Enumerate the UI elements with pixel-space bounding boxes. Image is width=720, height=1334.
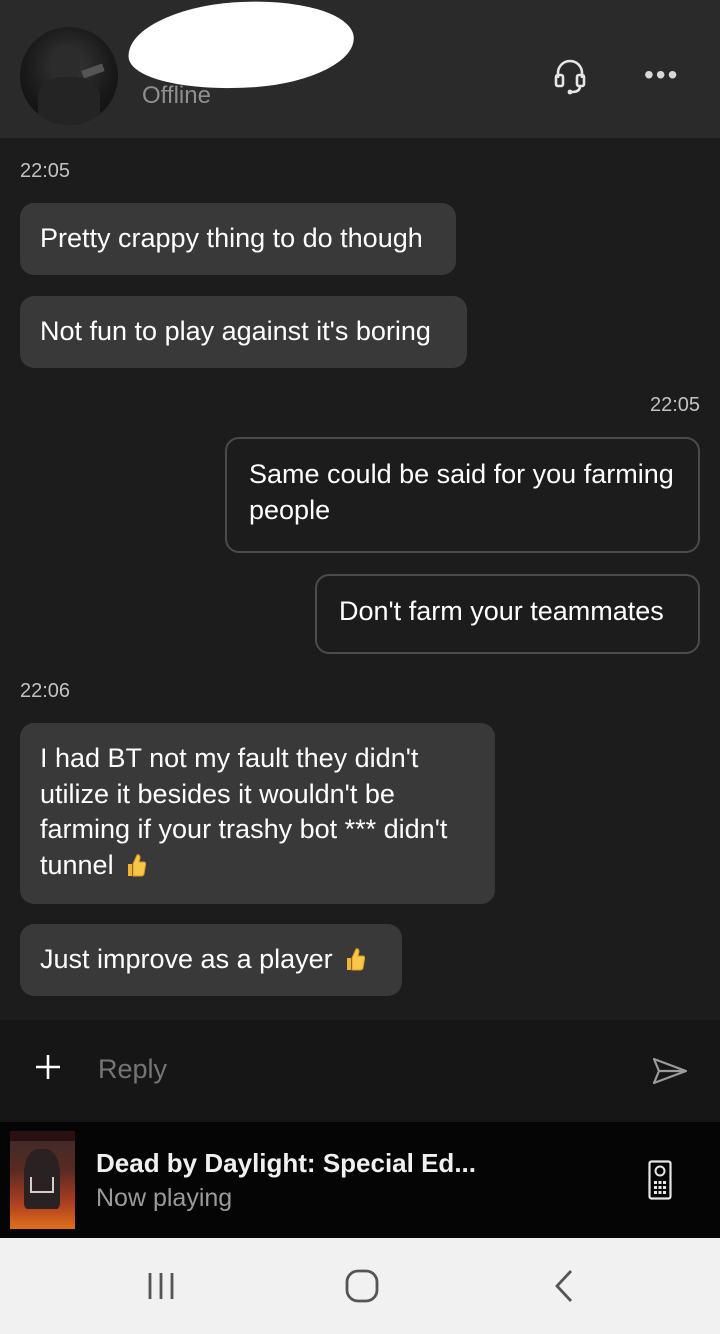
timestamp: 22:05 — [20, 160, 71, 182]
game-box-art — [10, 1131, 75, 1229]
conversation-header: Offline ••• — [0, 0, 720, 138]
incoming-message[interactable]: Pretty crappy thing to do though — [20, 203, 456, 275]
reply-bar — [0, 1020, 720, 1122]
thumbs-up-emoji — [125, 852, 147, 878]
timestamp: 22:06 — [20, 680, 71, 702]
message-text: Pretty crappy thing to do though — [40, 223, 423, 253]
plus-icon[interactable] — [34, 1053, 62, 1081]
now-playing-title: Dead by Daylight: Special Ed... — [96, 1148, 476, 1178]
box-art-banner — [10, 1131, 75, 1141]
reply-input[interactable] — [98, 1054, 618, 1085]
message-text: Same could be said for you farming peopl… — [249, 459, 674, 525]
avatar-figure-head — [50, 45, 80, 81]
box-art-logo — [30, 1177, 54, 1193]
more-options-icon[interactable]: ••• — [644, 60, 684, 90]
message-text: Not fun to play against it's boring — [40, 316, 431, 346]
send-icon[interactable] — [652, 1056, 688, 1086]
avatar-figure-weapon — [81, 63, 105, 79]
incoming-message[interactable]: I had BT not my fault they didn't utiliz… — [20, 723, 495, 904]
timestamp: 22:05 — [650, 394, 701, 416]
outgoing-message[interactable]: Don't farm your teammates — [315, 574, 700, 654]
recent-apps-icon[interactable] — [146, 1271, 176, 1301]
incoming-message[interactable]: Not fun to play against it's boring — [20, 296, 467, 368]
outgoing-message[interactable]: Same could be said for you farming peopl… — [225, 437, 700, 553]
remote-icon[interactable] — [648, 1160, 672, 1200]
home-icon[interactable] — [344, 1268, 380, 1304]
message-text: I had BT not my fault they didn't utiliz… — [40, 743, 448, 880]
avatar-figure-body — [38, 77, 100, 125]
thumbs-up-emoji — [344, 946, 366, 972]
avatar[interactable] — [20, 27, 118, 125]
back-icon[interactable] — [552, 1268, 576, 1304]
now-playing-bar[interactable]: Dead by Daylight: Special Ed... Now play… — [0, 1122, 720, 1238]
message-text: Just improve as a player — [40, 944, 333, 974]
system-navigation-bar — [0, 1238, 720, 1334]
now-playing-subtitle: Now playing — [96, 1184, 233, 1212]
message-text: Don't farm your teammates — [339, 596, 664, 626]
headset-icon[interactable] — [553, 56, 587, 96]
message-list[interactable]: 22:05 Pretty crappy thing to do though N… — [0, 138, 720, 1020]
incoming-message[interactable]: Just improve as a player — [20, 924, 402, 996]
